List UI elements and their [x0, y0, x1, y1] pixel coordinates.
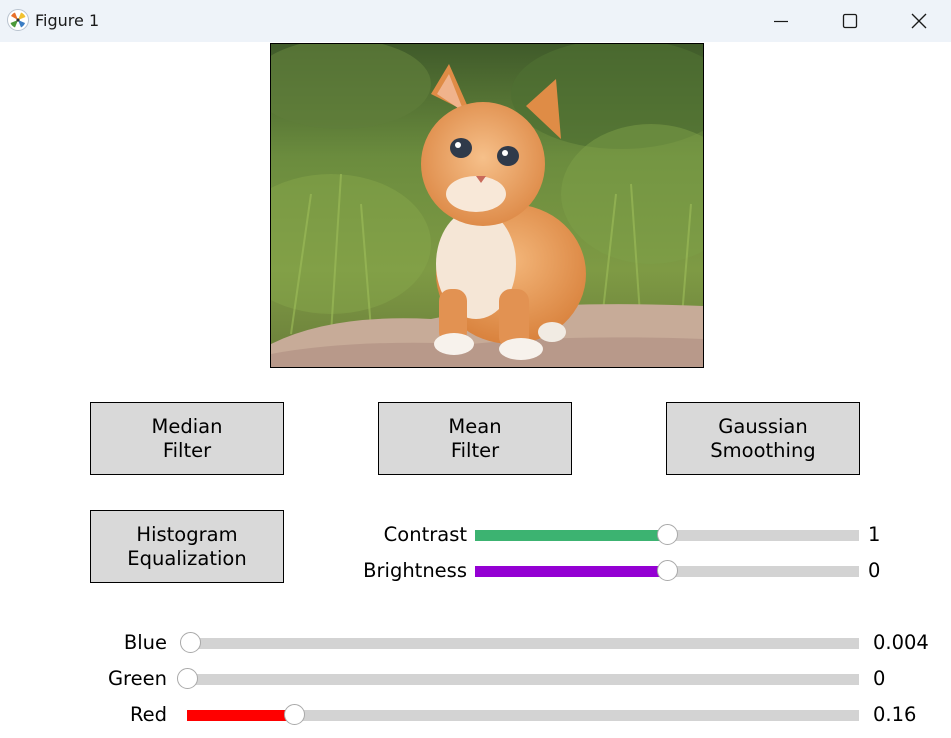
red-value: 0.16 [873, 703, 917, 726]
minimize-button[interactable] [746, 0, 816, 42]
green-slider[interactable] [176, 668, 859, 689]
brightness-slider-handle[interactable] [656, 560, 678, 581]
brightness-value: 0 [868, 559, 881, 582]
brightness-slider[interactable] [475, 560, 859, 581]
close-icon [911, 13, 927, 29]
title-bar[interactable]: Figure 1 [0, 0, 951, 42]
window-title: Figure 1 [35, 11, 100, 30]
blue-slider-handle[interactable] [180, 632, 202, 653]
blue-value: 0.004 [873, 631, 929, 654]
figure-window: Figure 1 Median Filter Mean Filter Gauss… [0, 0, 951, 738]
median-filter-label: Median Filter [151, 414, 223, 462]
brightness-label: Brightness [363, 559, 467, 582]
minimize-icon [774, 20, 788, 23]
green-value: 0 [873, 667, 886, 690]
median-filter-button[interactable]: Median Filter [90, 402, 284, 475]
contrast-slider-fill [475, 530, 667, 541]
contrast-value: 1 [868, 523, 881, 546]
brightness-slider-fill [475, 566, 667, 577]
gaussian-smoothing-button[interactable]: Gaussian Smoothing [666, 402, 860, 475]
red-slider[interactable] [187, 704, 859, 725]
gaussian-smoothing-label: Gaussian Smoothing [710, 414, 816, 462]
mean-filter-label: Mean Filter [448, 414, 502, 462]
red-slider-handle[interactable] [284, 704, 306, 725]
red-label: Red [129, 703, 167, 726]
histogram-equalization-button[interactable]: Histogram Equalization [90, 510, 284, 583]
contrast-slider-handle[interactable] [656, 524, 678, 545]
maximize-button[interactable] [815, 0, 885, 42]
blue-label: Blue [123, 631, 167, 654]
histogram-equalization-label: Histogram Equalization [127, 522, 247, 570]
mean-filter-button[interactable]: Mean Filter [378, 402, 572, 475]
green-slider-handle[interactable] [176, 668, 198, 689]
contrast-slider[interactable] [475, 524, 859, 545]
blue-slider[interactable] [180, 632, 859, 653]
red-slider-fill [187, 710, 295, 721]
close-button[interactable] [884, 0, 951, 42]
contrast-label: Contrast [383, 523, 467, 546]
maximize-icon [842, 13, 858, 29]
kitten-image [270, 43, 704, 368]
green-label: Green [107, 667, 167, 690]
matplotlib-logo-icon [7, 9, 29, 31]
